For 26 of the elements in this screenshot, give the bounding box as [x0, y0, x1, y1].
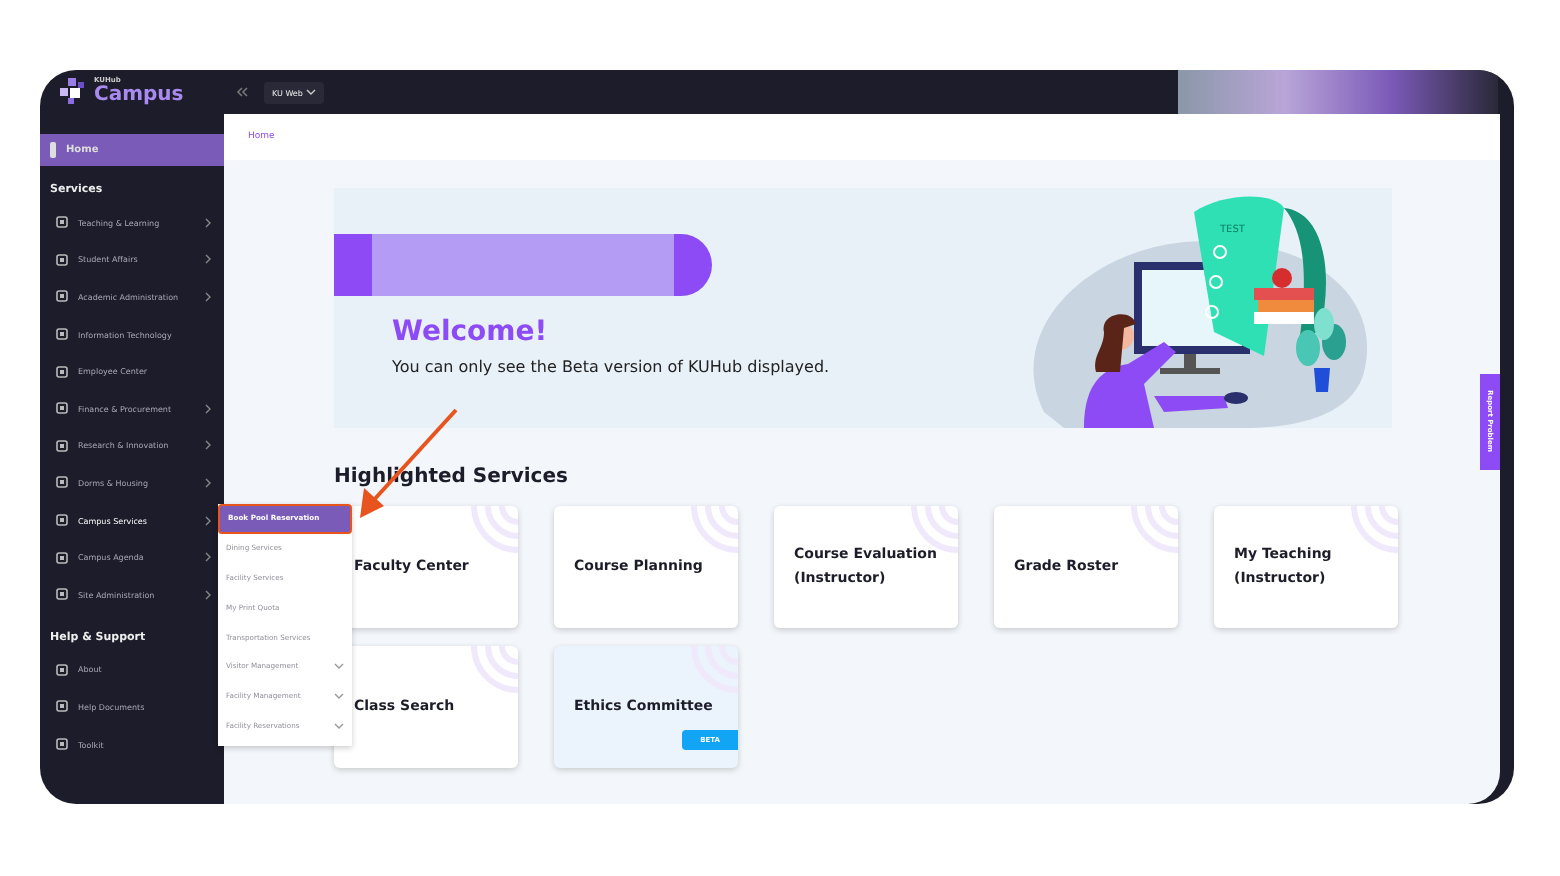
square-icon	[56, 439, 68, 452]
concentric-arcs-icon	[466, 646, 518, 698]
square-icon	[56, 663, 68, 676]
square-icon	[56, 476, 68, 489]
welcome-title: Welcome!	[392, 316, 550, 348]
welcome-text: You can only see the Beta version of KUHub displayed.	[392, 358, 830, 376]
square-icon	[56, 700, 68, 713]
concentric-arcs-icon	[686, 506, 738, 558]
square-icon	[56, 290, 68, 303]
bar-icon	[50, 142, 56, 158]
square-icon	[56, 514, 68, 527]
logo-text: Campus	[94, 85, 184, 106]
square-icon	[56, 216, 68, 229]
logo-icon	[60, 78, 88, 106]
chevron-down-icon	[306, 88, 317, 96]
concentric-arcs-icon	[1126, 506, 1178, 558]
square-icon	[56, 253, 68, 266]
square-icon	[56, 328, 68, 341]
double-chevron-left-icon[interactable]	[236, 86, 248, 98]
square-icon	[56, 365, 68, 378]
square-icon	[56, 402, 68, 415]
square-icon	[56, 551, 68, 564]
concentric-arcs-icon	[466, 506, 518, 558]
square-icon	[56, 738, 68, 751]
square-icon	[56, 588, 68, 601]
concentric-arcs-icon	[1346, 506, 1398, 558]
